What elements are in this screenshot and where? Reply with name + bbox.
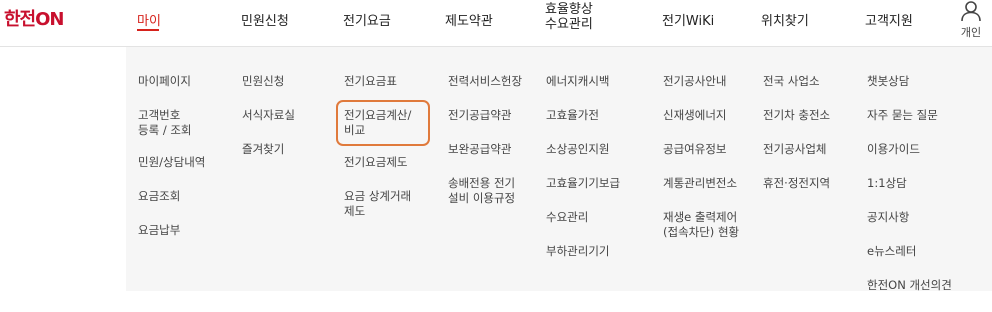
menu-item-e-newsletter[interactable]: e뉴스레터	[867, 244, 952, 259]
menu-item-forms-library[interactable]: 서식자료실	[242, 108, 295, 123]
menu-item-contractors[interactable]: 전기공사업체	[763, 142, 830, 157]
nav-electricity-wiki[interactable]: 전기WiKi	[662, 10, 714, 29]
nav-civil-application[interactable]: 민원신청	[241, 10, 289, 29]
menu-item-grid-substation[interactable]: 계통관리변전소	[663, 176, 739, 191]
top-navigation-bar: 한전ON 마이 민원신청 전기요금 제도약관 효율향상 수요관리 전기WiKi …	[0, 0, 992, 44]
menu-column-location: 전국 사업소 전기차 충전소 전기공사업체 휴전·정전지역	[763, 74, 830, 210]
menu-item-renewable-energy[interactable]: 신재생에너지	[663, 108, 739, 123]
menu-item-bill-inquiry[interactable]: 요금조회	[138, 189, 205, 204]
nav-my[interactable]: 마이	[137, 10, 161, 29]
menu-item-chatbot[interactable]: 챗봇상담	[867, 74, 952, 89]
menu-column-wiki: 전기공사안내 신재생에너지 공급여유정보 계통관리변전소 재생e 출력제어 (접…	[663, 74, 739, 257]
logo-text: 한전ON	[4, 9, 64, 30]
menu-column-rates: 전기요금표 전기요금계산/ 비교 전기요금제도 요금 상계거래 제도	[344, 74, 411, 236]
menu-item-service-charter[interactable]: 전력서비스헌장	[448, 74, 522, 89]
menu-item-efficient-appliances[interactable]: 고효율가전	[546, 108, 620, 123]
nav-electricity-rates[interactable]: 전기요금	[343, 10, 391, 29]
menu-item-ev-chargers[interactable]: 전기차 충전소	[763, 108, 830, 123]
menu-item-customer-number[interactable]: 고객번호 등록 / 조회	[138, 108, 205, 138]
menu-item-branch-offices[interactable]: 전국 사업소	[763, 74, 830, 89]
menu-item-rate-table[interactable]: 전기요금표	[344, 74, 411, 89]
highlight-box	[336, 100, 430, 146]
menu-item-construction-guide[interactable]: 전기공사안내	[663, 74, 739, 89]
user-menu[interactable]: 개인	[956, 0, 986, 40]
person-icon	[961, 1, 981, 22]
active-nav-underline	[137, 29, 159, 31]
menu-item-one-on-one[interactable]: 1:1상담	[867, 176, 952, 191]
menu-column-efficiency: 에너지캐시백 고효율가전 소상공인지원 고효율기기보급 수요관리 부하관리기기	[546, 74, 620, 278]
nav-terms-and-policies[interactable]: 제도약관	[445, 10, 493, 29]
menu-item-civil-application[interactable]: 민원신청	[242, 74, 295, 89]
menu-column-my: 마이페이지 고객번호 등록 / 조회 민원/상담내역 요금조회 요금납부	[138, 74, 205, 257]
menu-item-small-business-support[interactable]: 소상공인지원	[546, 142, 620, 157]
menu-item-usage-guide[interactable]: 이용가이드	[867, 142, 952, 157]
menu-item-energy-cashback[interactable]: 에너지캐시백	[546, 74, 620, 89]
menu-item-faq[interactable]: 자주 묻는 질문	[867, 108, 952, 123]
menu-item-net-metering[interactable]: 요금 상계거래 제도	[344, 189, 411, 219]
menu-item-renewable-curtailment[interactable]: 재생e 출력제어 (접속차단) 현황	[663, 210, 739, 240]
menu-column-support: 챗봇상담 자주 묻는 질문 이용가이드 1:1상담 공지사항 e뉴스레터 한전O…	[867, 74, 952, 312]
user-label: 개인	[960, 26, 982, 39]
menu-item-transmission-rules[interactable]: 송배전용 전기 설비 이용규정	[448, 176, 522, 206]
menu-item-supply-terms[interactable]: 전기공급약관	[448, 108, 522, 123]
menu-item-supply-capacity[interactable]: 공급여유정보	[663, 142, 739, 157]
menu-column-civil: 민원신청 서식자료실 즐겨찾기	[242, 74, 295, 176]
menu-item-efficient-equipment[interactable]: 고효율기기보급	[546, 176, 620, 191]
menu-item-demand-management[interactable]: 수요관리	[546, 210, 620, 225]
menu-item-bill-payment[interactable]: 요금납부	[138, 223, 205, 238]
menu-item-notices[interactable]: 공지사항	[867, 210, 952, 225]
menu-item-outage-areas[interactable]: 휴전·정전지역	[763, 176, 830, 191]
menu-item-supplementary-terms[interactable]: 보완공급약관	[448, 142, 522, 157]
nav-customer-support[interactable]: 고객지원	[865, 10, 913, 29]
kepco-on-logo[interactable]: 한전ON	[4, 7, 64, 30]
nav-efficiency-demand[interactable]: 효율향상 수요관리	[545, 2, 593, 32]
menu-item-my-page[interactable]: 마이페이지	[138, 74, 205, 89]
menu-item-favorites[interactable]: 즐겨찾기	[242, 142, 295, 157]
menu-item-inquiry-history[interactable]: 민원/상담내역	[138, 155, 205, 170]
menu-item-load-management[interactable]: 부하관리기기	[546, 244, 620, 259]
menu-column-terms: 전력서비스헌장 전기공급약관 보완공급약관 송배전용 전기 설비 이용규정	[448, 74, 522, 223]
menu-item-rate-system[interactable]: 전기요금제도	[344, 155, 411, 170]
nav-location-finder[interactable]: 위치찾기	[761, 10, 809, 29]
